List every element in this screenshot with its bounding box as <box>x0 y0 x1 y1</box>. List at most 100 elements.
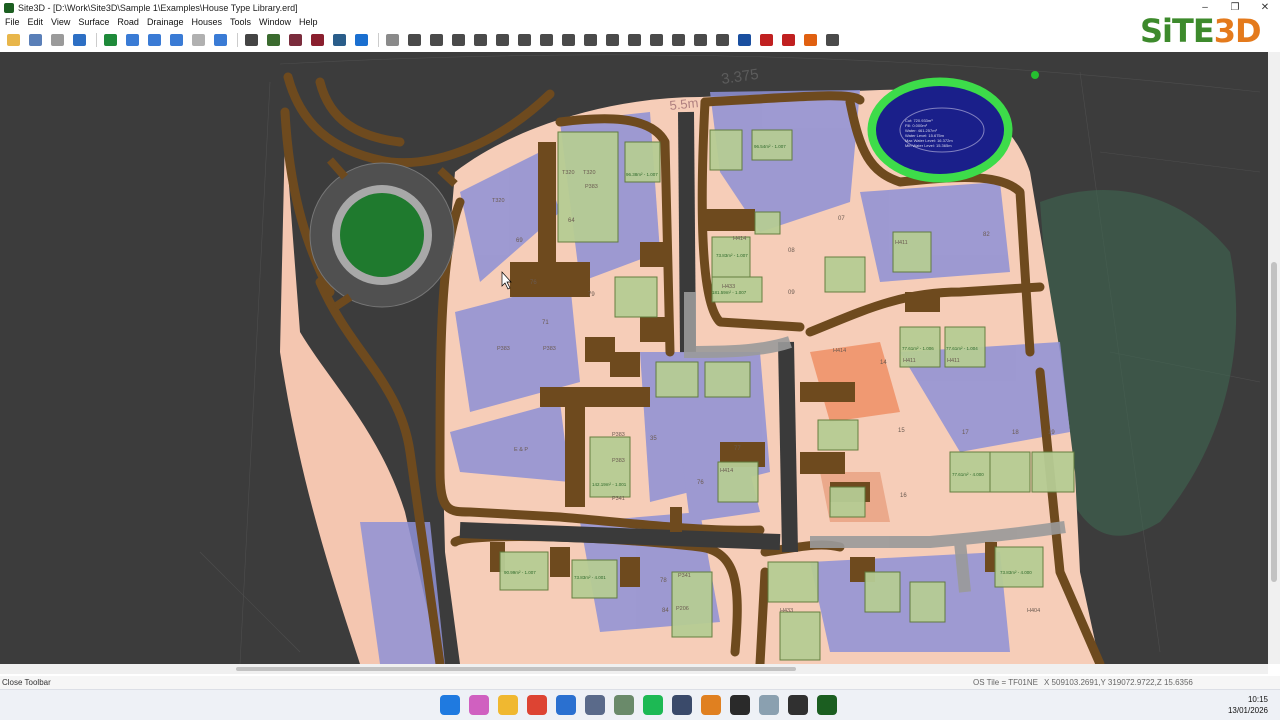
pond-info-line: Min Water Level: 15.365m <box>905 143 952 148</box>
site3d-icon[interactable] <box>730 695 750 715</box>
crosshair-icon[interactable] <box>405 32 423 48</box>
list-icon-glyph <box>825 34 839 46</box>
area-label: 96.54m² - 1.007 <box>754 144 786 149</box>
menu-window[interactable]: Window <box>259 17 291 27</box>
road-level-label: 3.375 <box>720 66 760 88</box>
intersect-icon[interactable] <box>625 32 643 48</box>
layers-icon[interactable] <box>352 32 370 48</box>
status-bar: Close Toolbar OS Tile = TF01NE X 509103.… <box>0 676 1280 689</box>
list-icon[interactable] <box>823 32 841 48</box>
vertical-scroll-thumb[interactable] <box>1271 262 1277 582</box>
view-3d-icon[interactable] <box>242 32 260 48</box>
menu-houses[interactable]: Houses <box>191 17 222 27</box>
zoom-extents-icon-glyph <box>169 34 183 46</box>
file-explorer-icon[interactable] <box>498 695 518 715</box>
polyline-icon-glyph <box>649 34 663 46</box>
toolbar-separator <box>237 33 238 47</box>
menu-road[interactable]: Road <box>117 17 139 27</box>
split-icon[interactable] <box>559 32 577 48</box>
plot-number: 76 <box>530 280 537 286</box>
texture-icon[interactable] <box>286 32 304 48</box>
move-icon-glyph <box>517 34 531 46</box>
windows-start-icon[interactable] <box>440 695 460 715</box>
split-icon-glyph <box>561 34 575 46</box>
plot-number: 35 <box>650 436 657 442</box>
terrain-icon[interactable] <box>330 32 348 48</box>
thunderbird-icon[interactable] <box>556 695 576 715</box>
plot-label: T320 <box>492 198 505 204</box>
settings-app-icon[interactable] <box>759 695 779 715</box>
zoom-window-icon[interactable] <box>211 32 229 48</box>
dimension-icon[interactable] <box>581 32 599 48</box>
green-marker[interactable] <box>1031 71 1039 79</box>
rotate-icon[interactable] <box>735 32 753 48</box>
warning-icon[interactable] <box>801 32 819 48</box>
snap-icon[interactable] <box>383 32 401 48</box>
open-folder-icon[interactable] <box>4 32 22 48</box>
menu-surface[interactable]: Surface <box>78 17 109 27</box>
menu-file[interactable]: File <box>5 17 20 27</box>
plot-number: 78 <box>660 578 667 584</box>
spotify-icon[interactable] <box>643 695 663 715</box>
zoom-in-icon[interactable] <box>123 32 141 48</box>
vertical-scrollbar[interactable] <box>1268 52 1280 664</box>
save-icon[interactable] <box>26 32 44 48</box>
model-icon[interactable] <box>308 32 326 48</box>
arc-icon[interactable] <box>471 32 489 48</box>
render-icon[interactable] <box>264 32 282 48</box>
window-title: Site3D - [D:\Work\Site3D\Sample 1\Exampl… <box>18 2 298 13</box>
surface-icon[interactable] <box>101 32 119 48</box>
plot-number: 08 <box>788 248 795 254</box>
horizontal-scroll-thumb[interactable] <box>236 667 796 671</box>
plot-label: P383 <box>497 346 510 352</box>
area-label: 142.19m² - 1.001 <box>592 482 627 487</box>
zoom-extents-icon[interactable] <box>167 32 185 48</box>
editor-icon[interactable] <box>672 695 692 715</box>
horizontal-scrollbar[interactable] <box>0 664 1268 674</box>
network-icon[interactable] <box>585 695 605 715</box>
node-icon[interactable] <box>537 32 555 48</box>
lasso-icon[interactable] <box>713 32 731 48</box>
plot-number: 09 <box>788 290 795 296</box>
delete-icon[interactable] <box>779 32 797 48</box>
sublime-icon[interactable] <box>701 695 721 715</box>
polyline-icon[interactable] <box>647 32 665 48</box>
print-icon[interactable] <box>48 32 66 48</box>
site-plan[interactable]: Cut: 720.933m³ Fill: 0.000m³ Water: 461.… <box>0 52 1268 664</box>
zoom-in-icon-glyph <box>125 34 139 46</box>
record-icon[interactable] <box>788 695 808 715</box>
terrain-icon-glyph <box>332 34 346 46</box>
plot-number: 16 <box>900 493 907 499</box>
trim-icon[interactable] <box>757 32 775 48</box>
target-icon[interactable] <box>493 32 511 48</box>
taskbar-clock[interactable]: 10:15 13/01/2026 <box>1228 694 1268 716</box>
move-icon[interactable] <box>515 32 533 48</box>
zoom-out-icon[interactable] <box>145 32 163 48</box>
roundabout <box>309 157 458 311</box>
plot-label: H414 <box>720 468 733 474</box>
menu-drainage[interactable]: Drainage <box>147 17 184 27</box>
taskbar-apps <box>440 695 846 715</box>
menu-edit[interactable]: Edit <box>28 17 44 27</box>
calculator-icon[interactable] <box>614 695 634 715</box>
site3d-app-icon <box>4 2 14 13</box>
offset-icon[interactable] <box>691 32 709 48</box>
plot-label: P383 <box>612 432 625 438</box>
site3d-active-icon[interactable] <box>817 695 837 715</box>
measure-icon[interactable] <box>669 32 687 48</box>
menu-help[interactable]: Help <box>299 17 318 27</box>
plot-number: 15 <box>898 428 905 434</box>
copilot-icon[interactable] <box>469 695 489 715</box>
hatch-icon[interactable] <box>603 32 621 48</box>
offset-icon-glyph <box>693 34 707 46</box>
drawing-canvas[interactable]: Cut: 720.933m³ Fill: 0.000m³ Water: 461.… <box>0 52 1268 664</box>
menu-view[interactable]: View <box>51 17 70 27</box>
save-icon-glyph <box>28 34 42 46</box>
menu-tools[interactable]: Tools <box>230 17 251 27</box>
line-icon[interactable] <box>427 32 445 48</box>
back-icon[interactable] <box>70 32 88 48</box>
pan-icon[interactable] <box>189 32 207 48</box>
chrome-icon[interactable] <box>527 695 547 715</box>
plot-label: P383 <box>585 184 598 190</box>
point-icon[interactable] <box>449 32 467 48</box>
